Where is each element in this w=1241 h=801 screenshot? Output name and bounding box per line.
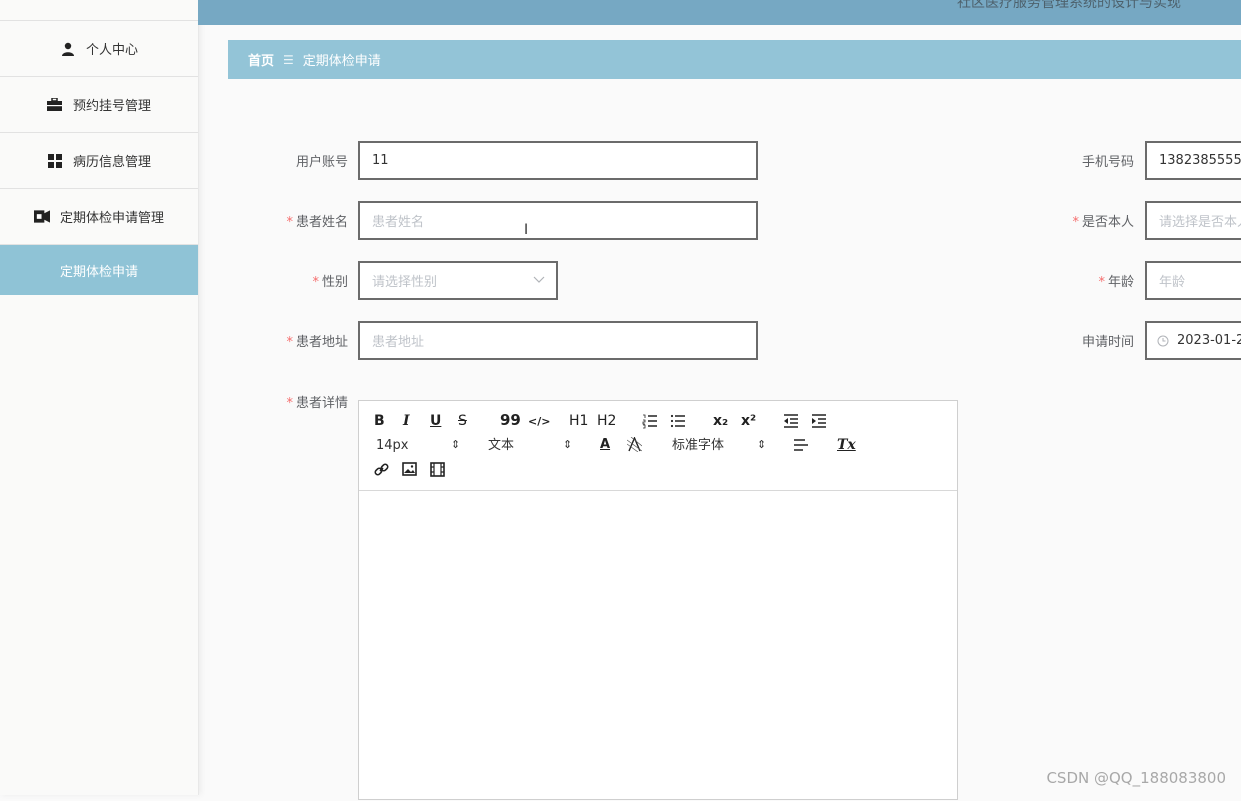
age-input[interactable]: 年龄 [1145,261,1241,300]
sidebar-subitem-label: 定期体检申请 [59,264,138,280]
sidebar-top [0,0,198,21]
ticket-icon [33,209,50,225]
link-icon[interactable] [374,462,389,477]
bold-button[interactable]: B [374,413,385,429]
breadcrumb-separator-icon: ☰ [283,52,294,67]
sidebar-item-label: 定期体检申请管理 [59,211,164,226]
underline-button[interactable]: U [430,413,441,429]
font-color-button[interactable]: A [600,437,610,453]
superscript-button[interactable]: x² [741,413,756,429]
video-icon[interactable] [430,462,445,477]
chevron-down-icon [533,276,545,283]
blockquote-button[interactable]: 99 [500,412,521,428]
indent-icon[interactable] [811,413,827,429]
user-icon [60,41,76,57]
outdent-icon[interactable] [783,413,799,429]
sort-icon[interactable]: ⇕ [757,437,766,453]
sidebar-item-label: 预约挂号管理 [72,99,151,114]
sidebar-item-medical-records[interactable]: 病历信息管理 [0,133,198,189]
rich-text-editor: B I U S 99 </> H1 H2 x₂ x² 14px ⇕ 文本 ⇕ A… [358,400,958,800]
gender-label: * 性别 [312,275,348,290]
is-self-select[interactable]: 请选择是否本人 [1145,201,1241,240]
sidebar-item-checkup-management[interactable]: 定期体检申请管理 [0,189,198,245]
patient-name-input[interactable]: 患者姓名 [358,201,758,240]
sidebar-item-label: 病历信息管理 [72,155,151,170]
sidebar-item-personal-center[interactable]: 个人中心 [0,21,198,77]
ordered-list-icon[interactable] [642,413,658,429]
phone-field[interactable]: 13823855556 [1145,141,1241,180]
age-label: * 年龄 [1098,275,1134,290]
apply-time-label: 申请时间 [1081,335,1134,350]
italic-button[interactable]: I [403,413,410,429]
is-self-label: * 是否本人 [1072,215,1134,230]
h1-button[interactable]: H1 [569,413,588,429]
image-icon[interactable] [402,462,417,476]
watermark: CSDN @QQ_188083800 [1046,769,1226,787]
breadcrumb: 首页 ☰ 定期体检申请 [228,40,1241,79]
sidebar-subitem-checkup-apply[interactable]: 定期体检申请 [0,245,198,295]
apply-time-picker[interactable]: 2023-01-2 [1145,321,1241,360]
code-button[interactable]: </> [528,414,550,430]
block-type-select[interactable]: 文本 [488,438,514,454]
gender-select[interactable]: 请选择性别 [358,261,558,300]
user-account-field[interactable]: 11 [358,141,758,180]
font-size-select[interactable]: 14px [376,438,409,454]
patient-name-label: * 患者姓名 [286,215,348,230]
phone-label: 手机号码 [1081,155,1134,170]
clock-icon [1157,335,1169,346]
subscript-button[interactable]: x₂ [713,413,728,429]
briefcase-icon [47,97,63,113]
sort-icon[interactable]: ⇕ [563,437,572,453]
text-cursor-icon: Ι [524,222,529,238]
editor-toolbar: B I U S 99 </> H1 H2 x₂ x² 14px ⇕ 文本 ⇕ A… [359,401,957,491]
highlight-icon[interactable] [627,437,642,452]
details-label: * 患者详情 [286,396,348,411]
grid-icon [47,153,63,169]
editor-content-area[interactable] [359,491,957,801]
sidebar-item-label: 个人中心 [85,43,138,58]
user-account-label: 用户账号 [295,155,348,170]
sidebar: 个人中心 预约挂号管理 病历信息管理 定期体检申请管理 定期体检申请 [0,0,199,795]
clear-format-button[interactable]: Tx [837,437,856,453]
address-label: * 患者地址 [286,335,348,350]
sidebar-item-appointments[interactable]: 预约挂号管理 [0,77,198,133]
breadcrumb-current: 定期体检申请 [302,54,381,69]
address-input[interactable]: 患者地址 [358,321,758,360]
breadcrumb-home[interactable]: 首页 [248,50,274,69]
bullet-list-icon[interactable] [670,413,686,429]
top-header-bar: 社区医疗服务管理系统的设计与实现 [198,0,1241,25]
align-left-icon[interactable] [793,438,809,452]
sort-icon[interactable]: ⇕ [451,437,460,453]
system-title: 社区医疗服务管理系统的设计与实现 [957,0,1181,11]
h2-button[interactable]: H2 [597,413,616,429]
strikethrough-button[interactable]: S [458,413,467,429]
font-family-select[interactable]: 标准字体 [672,438,724,454]
